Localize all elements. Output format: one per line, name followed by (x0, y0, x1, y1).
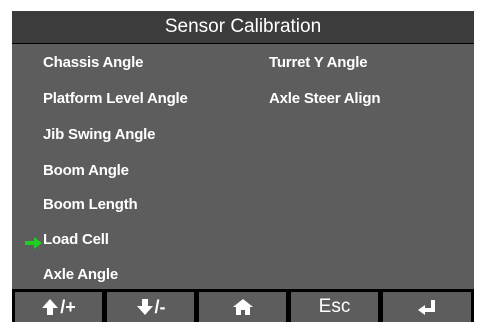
up-plus-label: /+ (60, 296, 76, 317)
menu-item-platform-level-angle[interactable]: Platform Level Angle (43, 90, 188, 108)
down-minus-label: /- (154, 296, 166, 317)
calibration-screen: Sensor Calibration Chassis Angle Platfor… (12, 11, 474, 322)
menu-item-boom-length[interactable]: Boom Length (43, 196, 138, 214)
menu-item-load-cell[interactable]: Load Cell (43, 231, 109, 249)
enter-button[interactable] (383, 292, 471, 322)
down-arrow-icon (136, 299, 153, 315)
down-minus-button[interactable]: /- (107, 292, 194, 322)
up-plus-button[interactable]: /+ (15, 292, 102, 322)
page-title: Sensor Calibration (12, 11, 474, 43)
right-arrow-icon (25, 237, 42, 249)
menu-item-boom-angle[interactable]: Boom Angle (43, 162, 129, 180)
menu-item-turret-y-angle[interactable]: Turret Y Angle (269, 54, 368, 72)
home-button[interactable] (199, 292, 286, 322)
home-icon (232, 299, 253, 315)
menu-item-axle-angle[interactable]: Axle Angle (43, 266, 118, 284)
menu-list: Chassis Angle Platform Level Angle Jib S… (12, 44, 474, 289)
menu-item-chassis-angle[interactable]: Chassis Angle (43, 54, 143, 72)
menu-item-jib-swing-angle[interactable]: Jib Swing Angle (43, 126, 155, 144)
menu-item-axle-steer-align[interactable]: Axle Steer Align (269, 90, 380, 108)
up-arrow-icon (42, 299, 59, 315)
softkey-bar: /+ /- Esc (12, 289, 474, 322)
esc-button[interactable]: Esc (291, 292, 378, 322)
enter-icon (418, 300, 435, 315)
esc-label: Esc (318, 296, 351, 317)
